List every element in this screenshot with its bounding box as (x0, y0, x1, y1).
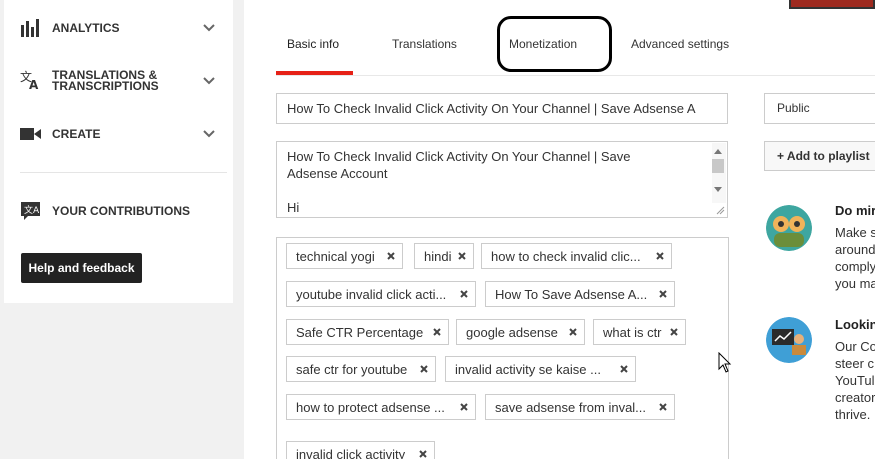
video-thumbnail-corner (789, 0, 875, 9)
promo-body: Make s around comply you ma (835, 225, 875, 291)
chevron-down-icon[interactable] (202, 127, 216, 141)
sidebar-item-label: ANALYTICS (52, 20, 120, 35)
chevron-down-icon[interactable] (202, 21, 216, 35)
close-icon[interactable] (655, 251, 665, 261)
close-icon[interactable] (419, 364, 429, 374)
tag-chip[interactable]: google adsense (456, 319, 585, 345)
tag-chip[interactable]: how to check invalid clic... (481, 243, 672, 269)
tag-chip[interactable]: safe ctr for youtube (286, 356, 436, 382)
close-icon[interactable] (658, 402, 668, 412)
add-to-playlist-button[interactable]: + Add to playlist (764, 141, 875, 171)
description-text: How To Check Invalid Click Activity On Y… (287, 149, 631, 215)
close-icon[interactable] (418, 449, 428, 459)
sidebar: ANALYTICS 文A TRANSLATIONS & TRANSCRIPTIO… (4, 0, 233, 303)
tags-field[interactable]: technical yogi hindi how to check invali… (276, 237, 729, 459)
sidebar-item-label: YOUR CONTRIBUTIONS (52, 203, 190, 218)
close-icon[interactable] (658, 289, 668, 299)
tag-chip[interactable]: How To Save Adsense A... (485, 281, 675, 307)
sidebar-divider (20, 172, 227, 173)
close-icon[interactable] (432, 327, 442, 337)
sidebar-item-contributions[interactable]: 文A YOUR CONTRIBUTIONS (4, 199, 233, 223)
tag-chip[interactable]: what is ctr (593, 319, 686, 345)
svg-text:A: A (29, 78, 39, 90)
sidebar-item-label: TRANSLATIONS & TRANSCRIPTIONS (52, 68, 159, 93)
contributions-icon: 文A (20, 201, 42, 221)
description-scrollbar[interactable] (712, 143, 726, 203)
promo-body: Our Co steer c YouTul creator thrive. (835, 339, 875, 422)
presentation-icon (766, 317, 812, 363)
video-camera-icon (20, 124, 42, 144)
promo-title: Do mir (835, 203, 875, 218)
sidebar-item-translations[interactable]: 文A TRANSLATIONS & TRANSCRIPTIONS (4, 68, 233, 94)
tag-chip[interactable]: invalid activity se kaise ... (445, 356, 636, 382)
translate-icon: 文A (20, 70, 42, 90)
close-icon[interactable] (669, 327, 679, 337)
bar-chart-icon (20, 18, 42, 38)
tag-chip[interactable]: Safe CTR Percentage (286, 319, 449, 345)
tag-chip[interactable]: how to protect adsense ... (286, 394, 476, 420)
close-icon[interactable] (457, 251, 467, 261)
title-input[interactable]: How To Check Invalid Click Activity On Y… (276, 93, 728, 124)
scroll-up-arrow-icon[interactable] (714, 149, 722, 154)
resize-handle-icon[interactable] (715, 205, 725, 215)
scroll-down-arrow-icon[interactable] (714, 187, 722, 192)
tag-chip[interactable]: invalid click activity (286, 441, 435, 459)
tabs-divider (276, 75, 875, 76)
main-panel: Basic info Translations Monetization Adv… (244, 0, 875, 459)
sidebar-item-create[interactable]: CREATE (4, 123, 233, 145)
chevron-down-icon[interactable] (202, 74, 216, 88)
tag-chip[interactable]: save adsense from inval... (485, 394, 675, 420)
tab-translations[interactable]: Translations (392, 30, 457, 76)
close-icon[interactable] (459, 289, 469, 299)
annotation-circle (497, 16, 612, 72)
sidebar-item-label: CREATE (52, 126, 101, 141)
tab-basic-info[interactable]: Basic info (287, 30, 339, 76)
svg-text:文A: 文A (24, 204, 40, 216)
close-icon[interactable] (568, 327, 578, 337)
tag-chip[interactable]: youtube invalid click acti... (286, 281, 476, 307)
promo-title: Lookin (835, 317, 875, 332)
tab-advanced-settings[interactable]: Advanced settings (631, 30, 729, 76)
close-icon[interactable] (386, 251, 396, 261)
sidebar-item-analytics[interactable]: ANALYTICS (4, 17, 233, 39)
community-people-icon (766, 205, 812, 251)
scroll-thumb[interactable] (712, 159, 724, 173)
mouse-cursor-icon (718, 352, 732, 373)
tag-chip[interactable]: technical yogi (286, 243, 403, 269)
close-icon[interactable] (619, 364, 629, 374)
tag-chip[interactable]: hindi (414, 243, 474, 269)
privacy-select[interactable]: Public (764, 93, 875, 124)
description-textarea[interactable]: How To Check Invalid Click Activity On Y… (276, 141, 728, 218)
close-icon[interactable] (459, 402, 469, 412)
help-feedback-button[interactable]: Help and feedback (21, 253, 142, 283)
